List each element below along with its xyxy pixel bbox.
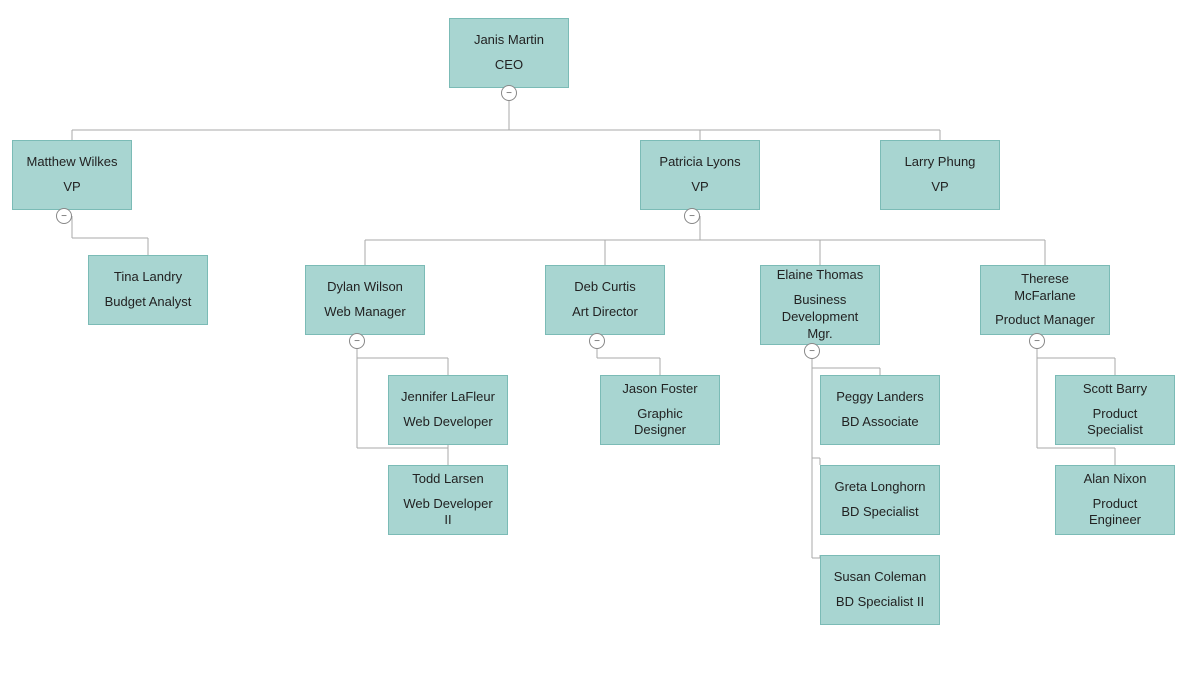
collapse-patricia[interactable]: − [684,208,700,224]
node-jason-name: Jason Foster [622,381,697,398]
node-alan: Alan Nixon Product Engineer [1055,465,1175,535]
node-peggy-title: BD Associate [841,414,918,431]
collapse-deb[interactable]: − [589,333,605,349]
node-tina-title: Budget Analyst [105,294,192,311]
node-jason: Jason Foster Graphic Designer [600,375,720,445]
collapse-therese[interactable]: − [1029,333,1045,349]
node-tina: Tina Landry Budget Analyst [88,255,208,325]
node-deb-name: Deb Curtis [574,279,635,296]
node-matthew: Matthew Wilkes VP [12,140,132,210]
node-peggy: Peggy Landers BD Associate [820,375,940,445]
collapse-dylan[interactable]: − [349,333,365,349]
node-scott-title: Product Specialist [1066,406,1164,440]
node-elaine-title: BusinessDevelopment Mgr. [771,292,869,343]
node-janis-name: Janis Martin [474,32,544,49]
node-patricia-title: VP [691,179,708,196]
node-alan-title: Product Engineer [1066,496,1164,530]
org-chart: Janis Martin CEO Matthew Wilkes VP Patri… [0,0,1204,700]
node-dylan-name: Dylan Wilson [327,279,403,296]
node-janis: Janis Martin CEO [449,18,569,88]
node-susan: Susan Coleman BD Specialist II [820,555,940,625]
node-jennifer: Jennifer LaFleur Web Developer [388,375,508,445]
node-greta-title: BD Specialist [841,504,918,521]
node-elaine: Elaine Thomas BusinessDevelopment Mgr. [760,265,880,345]
node-therese: Therese McFarlane Product Manager [980,265,1110,335]
node-elaine-name: Elaine Thomas [777,267,863,284]
node-deb-title: Art Director [572,304,638,321]
node-susan-title: BD Specialist II [836,594,924,611]
node-therese-name: Therese McFarlane [991,271,1099,305]
node-larry-title: VP [931,179,948,196]
connector-lines [0,0,1204,700]
node-matthew-name: Matthew Wilkes [26,154,117,171]
node-todd-name: Todd Larsen [412,471,484,488]
node-patricia-name: Patricia Lyons [659,154,740,171]
node-therese-title: Product Manager [995,312,1095,329]
node-peggy-name: Peggy Landers [836,389,923,406]
node-susan-name: Susan Coleman [834,569,927,586]
node-jennifer-title: Web Developer [403,414,492,431]
node-scott-name: Scott Barry [1083,381,1147,398]
node-deb: Deb Curtis Art Director [545,265,665,335]
node-scott: Scott Barry Product Specialist [1055,375,1175,445]
node-greta-name: Greta Longhorn [834,479,925,496]
node-jason-title: Graphic Designer [611,406,709,440]
collapse-matthew[interactable]: − [56,208,72,224]
node-alan-name: Alan Nixon [1084,471,1147,488]
node-todd: Todd Larsen Web Developer II [388,465,508,535]
node-dylan-title: Web Manager [324,304,405,321]
node-tina-name: Tina Landry [114,269,182,286]
node-jennifer-name: Jennifer LaFleur [401,389,495,406]
collapse-elaine[interactable]: − [804,343,820,359]
node-dylan: Dylan Wilson Web Manager [305,265,425,335]
node-larry: Larry Phung VP [880,140,1000,210]
node-patricia: Patricia Lyons VP [640,140,760,210]
node-matthew-title: VP [63,179,80,196]
node-greta: Greta Longhorn BD Specialist [820,465,940,535]
collapse-janis[interactable]: − [501,85,517,101]
node-janis-title: CEO [495,57,523,74]
node-larry-name: Larry Phung [905,154,976,171]
node-todd-title: Web Developer II [399,496,497,530]
